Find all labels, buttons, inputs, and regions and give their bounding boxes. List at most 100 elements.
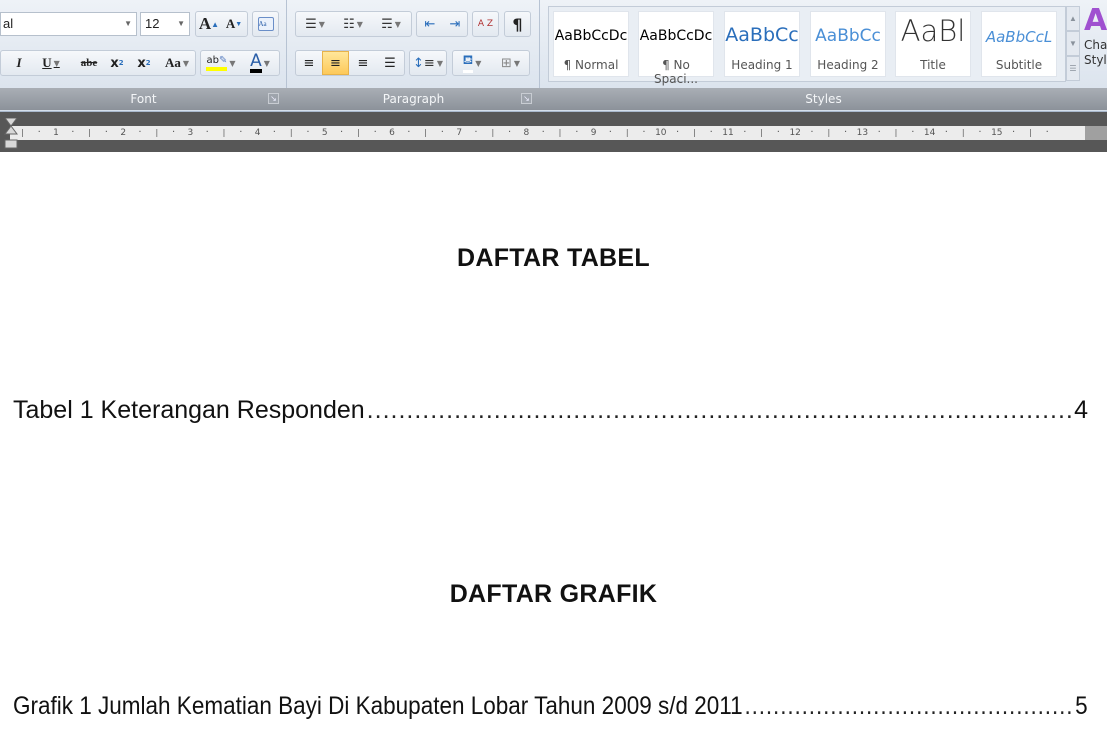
strikethrough-button[interactable]: abe xyxy=(76,51,102,75)
ruler-minor-tick: · xyxy=(71,127,75,138)
borders-icon: ⊞ xyxy=(500,55,512,71)
ruler-minor-tick: · xyxy=(844,127,848,138)
style-heading-1[interactable]: AaBbCc Heading 1 xyxy=(724,11,800,77)
ruler-minor-tick: | xyxy=(1029,128,1032,137)
chevron-down-icon[interactable]: ▼ xyxy=(264,59,270,68)
justify-icon: ☰ xyxy=(384,55,396,71)
ruler-minor-tick: · xyxy=(37,127,41,138)
ruler-minor-tick: · xyxy=(239,127,243,138)
chevron-down-icon[interactable]: ▼ xyxy=(319,20,325,29)
heading-daftar-tabel: DAFTAR TABEL xyxy=(457,244,650,272)
toc-entry-chart-1[interactable]: Grafik 1 Jumlah Kematian Bayi Di Kabupat… xyxy=(13,692,1088,721)
gallery-scroll-up-icon[interactable]: ▲ xyxy=(1066,6,1080,31)
chevron-down-icon[interactable]: ▼ xyxy=(475,59,481,68)
eraser-icon: Aa xyxy=(257,17,274,31)
ruler-minor-tick: | xyxy=(827,128,831,137)
ruler-minor-tick: · xyxy=(743,127,747,138)
change-styles-button[interactable]: A Cha Styl xyxy=(1084,4,1107,84)
ruler-minor-tick: | xyxy=(21,128,24,137)
numbered-list-icon: ☷ xyxy=(343,16,355,32)
sort-button[interactable]: A Z xyxy=(473,12,498,36)
increase-indent-button[interactable]: ⇥ xyxy=(443,12,467,36)
decrease-indent-button[interactable]: ⇤ xyxy=(418,12,442,36)
grow-font-button[interactable]: A ▲ xyxy=(197,12,221,36)
align-left-button[interactable]: ≡ xyxy=(296,51,322,75)
ruler-minor-tick: | xyxy=(357,128,360,137)
paragraph-dialog-launcher-icon[interactable]: ↘ xyxy=(521,93,532,104)
chevron-down-icon[interactable]: ▼ xyxy=(395,20,401,29)
bullet-list-icon: ☰ xyxy=(305,16,317,32)
font-dialog-launcher-icon[interactable]: ↘ xyxy=(268,93,279,104)
style-normal[interactable]: AaBbCcDc ¶ Normal xyxy=(553,11,629,77)
justify-button[interactable]: ☰ xyxy=(377,51,403,75)
italic-button[interactable]: I xyxy=(10,51,28,75)
chevron-down-icon[interactable]: ▼ xyxy=(124,13,132,35)
highlighter-icon: ab✎ xyxy=(206,55,228,71)
ruler-minor-tick: | xyxy=(424,128,427,137)
ruler-tick-label: 9 xyxy=(590,128,597,138)
decrease-indent-icon: ⇤ xyxy=(424,16,436,32)
toc-leader-dots xyxy=(744,692,1073,721)
font-size-combo[interactable]: 12 ▼ xyxy=(140,12,190,36)
numbering-button[interactable]: ☷ ▼ xyxy=(335,12,371,36)
indent-marker-icon[interactable] xyxy=(4,118,18,150)
font-name-value: al xyxy=(3,16,14,31)
ruler-minor-tick: · xyxy=(508,127,512,138)
style-title[interactable]: AaBl Title xyxy=(895,11,971,77)
align-center-icon: ≡ xyxy=(330,55,341,71)
change-case-button[interactable]: Aa ▼ xyxy=(161,51,193,75)
line-spacing-button[interactable]: ↕ ≡ ▼ xyxy=(410,51,446,75)
ruler-tick-label: 6 xyxy=(389,128,395,138)
borders-button[interactable]: ⊞ ▼ xyxy=(492,51,529,75)
ruler-tick-label: 10 xyxy=(655,128,667,138)
underline-button[interactable]: U ▼ xyxy=(36,51,66,75)
font-size-value: 12 xyxy=(145,16,160,31)
horizontal-ruler[interactable]: | · · | · · | · · | · · | · · | · · | · · | · · | · · | · · | · · | · · | · · |… xyxy=(10,126,1085,140)
ruler-minor-tick: · xyxy=(1012,127,1016,138)
align-right-button[interactable]: ≡ xyxy=(350,51,376,75)
ruler-minor-tick: | xyxy=(693,128,696,137)
chevron-down-icon[interactable]: ▼ xyxy=(514,59,520,68)
font-name-combo[interactable]: al ▼ xyxy=(0,12,137,36)
chevron-down-icon[interactable]: ▼ xyxy=(357,20,363,29)
toc-entry-text: Tabel 1 Keterangan Responden xyxy=(13,396,365,424)
ruler-tick-label: 2 xyxy=(120,128,127,138)
ruler-minor-tick: · xyxy=(575,127,579,138)
ruler-minor-tick: · xyxy=(104,127,108,138)
ruler-minor-tick: · xyxy=(138,127,142,138)
chevron-down-icon[interactable]: ▼ xyxy=(177,13,185,35)
toc-entry-table-1[interactable]: Tabel 1 Keterangan Responden 4 xyxy=(13,396,1088,425)
gallery-more-icon[interactable]: ☰ xyxy=(1066,56,1080,81)
align-center-button[interactable]: ≡ xyxy=(322,51,349,75)
style-no-spacing[interactable]: AaBbCcDc ¶ No Spaci... xyxy=(638,11,714,86)
shrink-font-button[interactable]: A ▼ xyxy=(222,12,246,36)
gallery-scroll-down-icon[interactable]: ▼ xyxy=(1066,31,1080,56)
chevron-down-icon[interactable]: ▼ xyxy=(54,59,60,68)
ruler-minor-tick: | xyxy=(760,128,763,137)
style-subtitle[interactable]: AaBbCcL Subtitle xyxy=(981,11,1057,77)
ruler-minor-tick: · xyxy=(911,127,915,138)
heading-daftar-grafik: DAFTAR GRAFIK xyxy=(449,580,658,608)
ruler-minor-tick: | xyxy=(625,128,629,137)
chevron-down-icon[interactable]: ▼ xyxy=(437,59,443,68)
toc-entry-page: 5 xyxy=(1075,692,1088,720)
multilevel-list-button[interactable]: ☴ ▼ xyxy=(373,12,409,36)
font-color-button[interactable]: A ▼ xyxy=(242,51,278,75)
ruler-minor-tick: · xyxy=(474,127,478,138)
ruler-minor-tick: · xyxy=(944,127,948,138)
clear-formatting-button[interactable]: Aa xyxy=(253,12,278,36)
document-page[interactable]: DAFTAR TABEL Tabel 1 Keterangan Responde… xyxy=(0,152,1107,737)
chevron-down-icon[interactable]: ▼ xyxy=(229,59,235,68)
font-color-icon: A xyxy=(250,51,262,73)
bullets-button[interactable]: ☰ ▼ xyxy=(297,12,333,36)
show-formatting-marks-button[interactable]: ¶ xyxy=(505,12,530,36)
superscript-button[interactable]: x2 xyxy=(133,51,155,75)
ruler-tick-label: 1 xyxy=(53,128,59,138)
highlight-button[interactable]: ab✎ ▼ xyxy=(202,51,240,75)
subscript-button[interactable]: x2 xyxy=(106,51,128,75)
style-heading-2[interactable]: AaBbCc Heading 2 xyxy=(810,11,886,77)
shading-button[interactable]: ⛾ ▼ xyxy=(453,51,491,75)
font-group: al ▼ 12 ▼ A ▲ A ▼ Aa I U ▼ abe x2 x2 Aa ▼ ab… xyxy=(0,0,287,111)
ruler-tick-label: 7 xyxy=(456,128,463,138)
chevron-down-icon[interactable]: ▼ xyxy=(183,59,189,68)
